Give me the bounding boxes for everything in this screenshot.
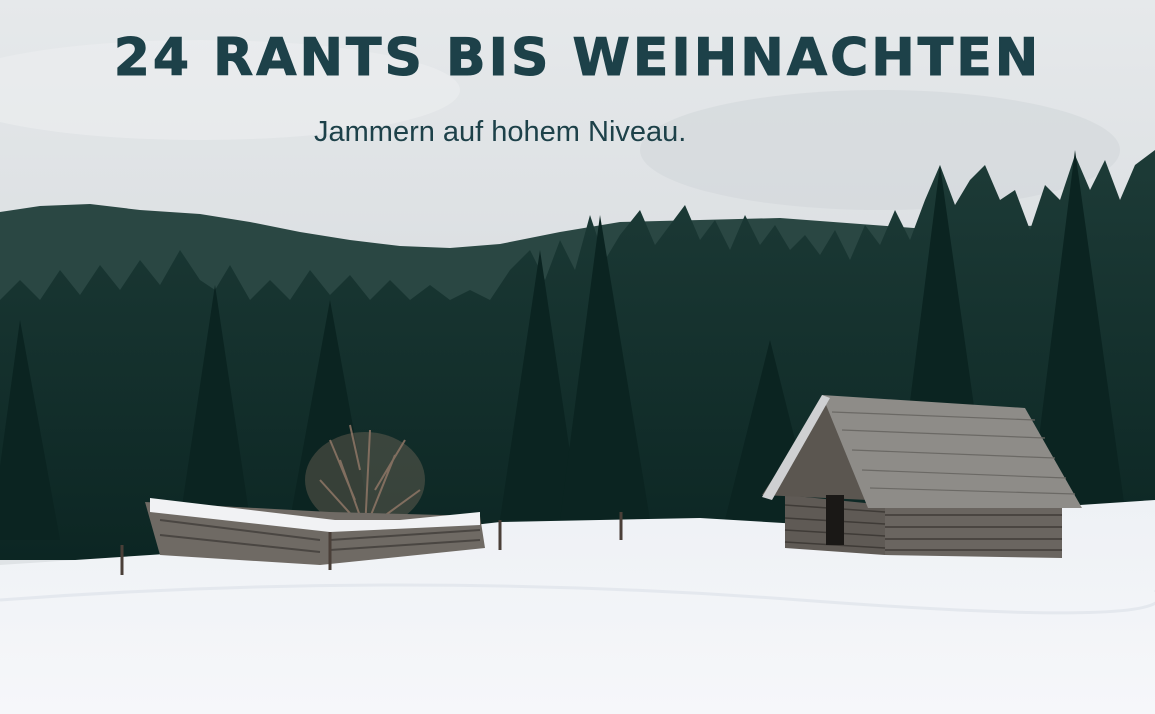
page-title: 24 RANTS BIS WEIHNACHTEN — [113, 28, 1042, 89]
hero-banner: 24 RANTS BIS WEIHNACHTEN Jammern auf hoh… — [0, 0, 1155, 714]
page-subtitle: Jammern auf hohem Niveau. — [314, 116, 687, 148]
winter-landscape-photo — [0, 0, 1155, 714]
log-cabin — [762, 395, 1082, 558]
